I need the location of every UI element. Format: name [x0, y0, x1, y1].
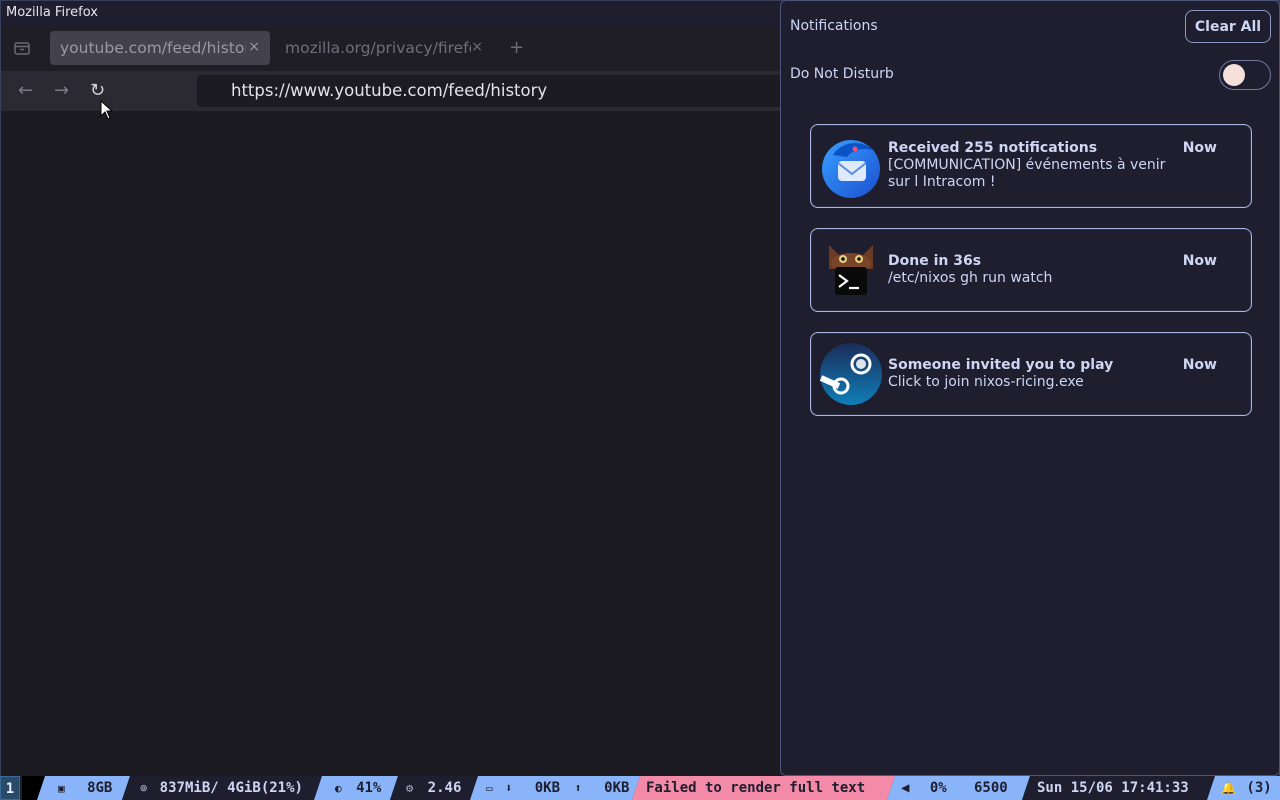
notification-summary: Done in 36s	[888, 253, 982, 269]
bell-icon: 🔔	[1221, 781, 1236, 795]
network-icon: ▭	[486, 782, 493, 795]
tab-title: mozilla.org/privacy/firefox	[285, 39, 471, 57]
notification-time: Now	[1182, 357, 1217, 373]
status-bar: 1 ▣ 8GB ⊚ 837MiB/ 4GiB(21%) ◐ 41% ⚙ 2.46…	[0, 776, 1280, 800]
memory-icon: ⊚	[140, 781, 148, 795]
forward-icon[interactable]: →	[54, 80, 69, 101]
notification-center-title: Notifications	[790, 18, 878, 34]
load-value: 2.46	[427, 780, 462, 796]
cpu-icon: ◐	[335, 782, 342, 795]
notification-count: (3)	[1246, 780, 1272, 796]
upload-icon: ⬆	[574, 781, 582, 795]
clear-all-button[interactable]: Clear All	[1185, 10, 1271, 43]
memory-value: 837MiB/ 4GiB(21%)	[159, 780, 303, 796]
notification-body: /etc/nixos gh run watch	[888, 270, 1053, 286]
clock: Sun 15/06 17:41:33	[1037, 780, 1189, 796]
notification-card[interactable]: Someone invited you to play Now Click to…	[810, 332, 1252, 416]
thunderbird-icon	[822, 140, 880, 198]
do-not-disturb-toggle[interactable]	[1219, 60, 1271, 90]
list-all-tabs-icon[interactable]	[13, 39, 31, 57]
reload-icon[interactable]: ↻	[90, 80, 105, 101]
notification-card[interactable]: Received 255 notifications Now [COMMUNIC…	[810, 124, 1252, 208]
disk-icon: ▣	[58, 782, 65, 795]
gear-icon: ⚙	[406, 781, 414, 795]
notification-card[interactable]: Done in 36s Now /etc/nixos gh run watch	[810, 228, 1252, 312]
notification-indicator[interactable]: 🔔 (3)	[1221, 776, 1272, 800]
do-not-disturb-label: Do Not Disturb	[790, 66, 894, 82]
back-icon[interactable]: ←	[18, 80, 33, 101]
load-average: ⚙ 2.46	[406, 776, 461, 800]
toggle-knob	[1223, 64, 1245, 86]
download-icon: ⬇	[505, 781, 513, 795]
disk-value: 8GB	[87, 780, 113, 796]
color-temperature: 6500	[974, 780, 1008, 796]
net-up-value: 0KB	[604, 780, 630, 796]
error-text: Failed to render full text	[646, 780, 866, 796]
memory-usage: ⊚ 837MiB/ 4GiB(21%)	[140, 776, 303, 800]
notification-body: Click to join nixos-ricing.exe	[888, 374, 1084, 390]
workspace-1-button[interactable]: 1	[0, 776, 20, 800]
disk-usage: ▣ 8GB	[58, 776, 112, 800]
volume-indicator[interactable]: ◀ 0%	[901, 776, 947, 800]
url-bar[interactable]: https://www.youtube.com/feed/history	[197, 75, 797, 107]
tab-title: youtube.com/feed/history	[60, 39, 246, 57]
close-tab-icon[interactable]: ×	[471, 39, 483, 55]
terminal-cat-icon	[829, 245, 873, 295]
close-tab-icon[interactable]: ×	[248, 39, 260, 55]
notification-body: [COMMUNICATION] événements à venir sur l…	[888, 157, 1166, 190]
mouse-cursor-icon	[100, 100, 114, 120]
notification-summary: Someone invited you to play	[888, 357, 1114, 373]
new-tab-button[interactable]: +	[509, 37, 524, 58]
notification-time: Now	[1182, 140, 1217, 156]
cpu-usage: ◐ 41%	[335, 776, 381, 800]
tab-mozilla-privacy[interactable]: mozilla.org/privacy/firefox ×	[275, 31, 495, 65]
speaker-icon: ◀	[901, 780, 910, 796]
cpu-value: 41%	[356, 780, 382, 796]
net-down-value: 0KB	[534, 780, 561, 796]
steam-icon	[819, 343, 882, 405]
network-usage: ▭ ⬇ 0KB ⬆ 0KB	[486, 776, 629, 800]
notification-summary: Received 255 notifications	[888, 140, 1098, 156]
volume-value: 0%	[929, 780, 947, 796]
notification-center: Notifications Clear All Do Not Disturb R…	[780, 0, 1280, 776]
tab-youtube-history[interactable]: youtube.com/feed/history ×	[50, 31, 270, 65]
notification-time: Now	[1182, 253, 1217, 269]
